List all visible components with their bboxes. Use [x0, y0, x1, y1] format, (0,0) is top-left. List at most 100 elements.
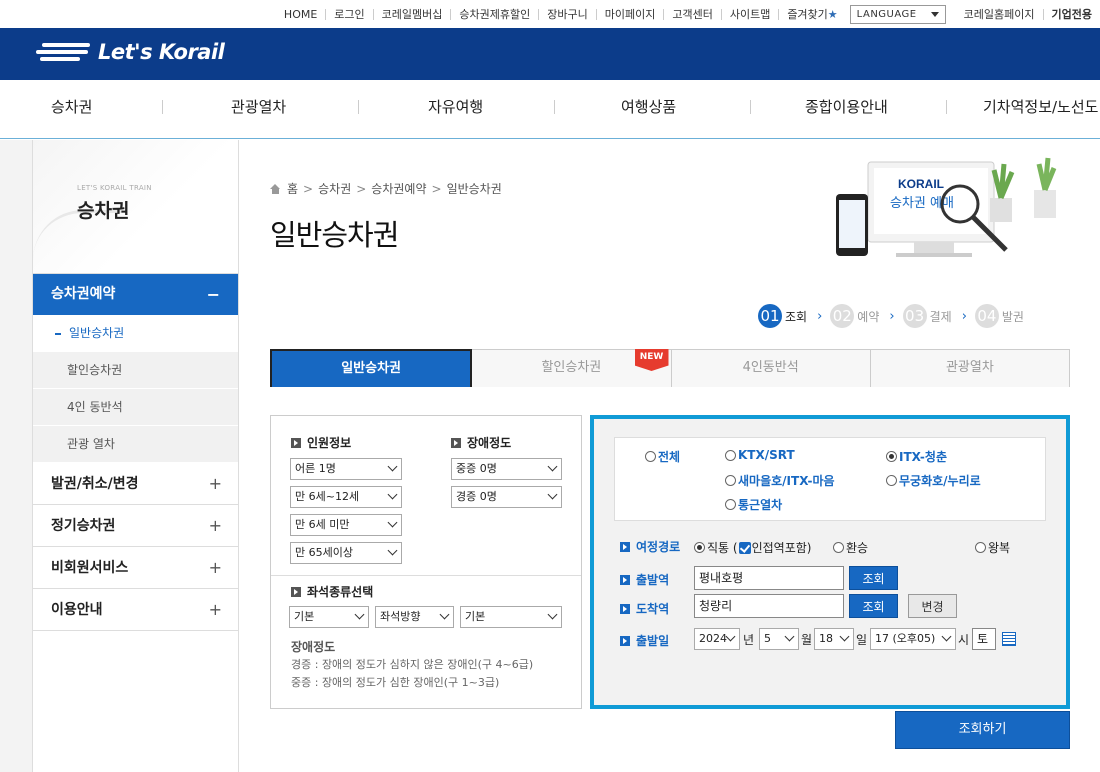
side-nav-tour-train[interactable]: 관광 열차	[33, 426, 238, 463]
seat-direction-select[interactable]: 좌석방향	[375, 606, 454, 628]
calendar-icon[interactable]	[1002, 632, 1016, 646]
utility-links: HOME 로그인 코레일멤버십 승차권제휴할인 장바구니 마이페이지 고객센터 …	[276, 0, 1100, 28]
dropdown-arrow-icon	[930, 11, 939, 17]
new-badge: NEW	[634, 349, 669, 371]
util-membership-link[interactable]: 코레일멤버십	[374, 8, 452, 20]
util-mypage-link[interactable]: 마이페이지	[597, 8, 665, 20]
route-transfer-radio[interactable]: 환승	[833, 539, 868, 556]
brand-bar: Let's Korail	[0, 28, 1100, 80]
route-roundtrip-radio[interactable]: 왕복	[975, 539, 1010, 556]
bullet-icon	[620, 635, 630, 646]
util-sitemap-link[interactable]: 사이트맵	[722, 8, 780, 20]
day-select[interactable]: 18	[814, 628, 854, 650]
gnb-tickets[interactable]: 승차권	[51, 80, 92, 138]
util-favorites-link[interactable]: 즐겨찾기★	[779, 9, 845, 20]
train-all-radio[interactable]: 전체	[645, 448, 680, 465]
bullet-icon	[620, 574, 630, 585]
language-select[interactable]: LANGUAGE	[849, 4, 946, 24]
gnb-usage-guide[interactable]: 종합이용안내	[805, 80, 888, 138]
side-nav-issue-cancel[interactable]: 발권/취소/변경 +	[33, 463, 238, 505]
train-saemaeul-radio[interactable]: 새마을호/ITX-마음	[725, 472, 835, 489]
disability-note-heading: 장애정도	[291, 640, 336, 654]
side-nav-header: LET'S KORAIL TRAIN 승차권	[33, 140, 238, 274]
tab-group-seat[interactable]: 4인동반석	[671, 349, 871, 387]
adult-count-select[interactable]: 어른 1명	[290, 458, 402, 480]
side-nav-ticket-reservation[interactable]: 승차권예약 −	[33, 274, 238, 315]
tab-discount[interactable]: 할인승차권 NEW	[472, 349, 672, 387]
departure-station-input[interactable]: 평내호평	[694, 566, 844, 590]
util-partner-discount-link[interactable]: 승차권제휴할인	[451, 8, 540, 20]
train-mugunghwa-radio[interactable]: 무궁화호/누리로	[886, 472, 981, 489]
util-home-link[interactable]: HOME	[276, 8, 327, 20]
seat-type-select[interactable]: 기본	[289, 606, 369, 628]
passenger-heading: 인원정보	[291, 434, 351, 451]
util-login-link[interactable]: 로그인	[326, 8, 374, 20]
util-business-link[interactable]: 기업전용	[1044, 9, 1100, 20]
side-nav-subtitle: LET'S KORAIL TRAIN	[77, 184, 152, 192]
side-main-label: 정기승차권	[51, 518, 116, 534]
reservation-steps: 01 조회 › 02 예약 › 03 결제 › 04 발권	[758, 304, 1032, 328]
tab-tour-train[interactable]: 관광열차	[870, 349, 1070, 387]
gnb-travel-products[interactable]: 여행상품	[621, 80, 676, 138]
radio-selected-icon	[694, 542, 705, 553]
util-customer-center-link[interactable]: 고객센터	[664, 8, 722, 20]
severe-disability-select[interactable]: 중증 0명	[451, 458, 562, 480]
step-pay: 03 결제 ›	[902, 304, 967, 328]
radio-icon	[725, 499, 736, 510]
infant-count-select[interactable]: 만 6세 미만	[290, 514, 402, 536]
util-cart-link[interactable]: 장바구니	[539, 8, 597, 20]
route-direct-radio[interactable]: 직통 (인접역포함)	[694, 539, 811, 556]
breadcrumb: 홈 > 승차권 > 승차권예약 > 일반승차권	[270, 180, 502, 197]
illus-brand: KORAIL	[898, 177, 944, 191]
arrival-station-input[interactable]: 청량리	[694, 594, 844, 618]
seat-option-select[interactable]: 기본	[460, 606, 562, 628]
train-itx-radio[interactable]: ITX-청춘	[886, 448, 947, 465]
ticket-tabs: 일반승차권 할인승차권 NEW 4인동반석 관광열차	[270, 349, 1070, 387]
train-ktx-radio[interactable]: KTX/SRT	[725, 448, 795, 462]
disability-heading: 장애정도	[451, 434, 511, 451]
radio-icon	[725, 449, 736, 461]
expand-icon: +	[208, 600, 222, 619]
side-nav-guide[interactable]: 이용안내 +	[33, 589, 238, 631]
hour-select[interactable]: 17 (오후05)	[870, 628, 956, 650]
child-count-select[interactable]: 만 6세~12세	[290, 486, 402, 508]
mild-disability-select[interactable]: 경증 0명	[451, 486, 562, 508]
radio-icon	[725, 475, 736, 486]
departure-search-button[interactable]: 조회	[849, 566, 898, 590]
gnb-free-travel[interactable]: 자유여행	[428, 80, 483, 138]
bullet-icon	[291, 586, 301, 597]
side-nav-nonmember[interactable]: 비회원서비스 +	[33, 547, 238, 589]
side-nav-season-ticket[interactable]: 정기승차권 +	[33, 505, 238, 547]
radio-selected-icon	[886, 451, 897, 462]
side-nav-title: 승차권	[77, 200, 130, 222]
expand-icon: +	[208, 516, 222, 535]
arrival-search-button[interactable]: 조회	[849, 594, 898, 618]
breadcrumb-tickets[interactable]: 승차권	[318, 180, 351, 197]
breadcrumb-reservation[interactable]: 승차권예약	[371, 180, 426, 197]
favorites-label: 즐겨찾기	[787, 7, 828, 21]
train-commuter-radio[interactable]: 통근열차	[725, 496, 782, 513]
month-select[interactable]: 5	[759, 628, 799, 650]
side-nav-active-label: 승차권예약	[51, 286, 116, 302]
logo-text: Let's Korail	[98, 40, 225, 64]
arrival-label: 도착역	[620, 600, 669, 617]
swap-stations-button[interactable]: 변경	[908, 594, 957, 618]
tab-general[interactable]: 일반승차권	[270, 349, 473, 387]
util-korail-home-link[interactable]: 코레일홈페이지	[956, 8, 1044, 20]
side-main-label: 발권/취소/변경	[51, 476, 139, 492]
senior-count-select[interactable]: 만 65세이상	[290, 542, 402, 564]
year-select[interactable]: 2024	[694, 628, 740, 650]
search-button[interactable]: 조회하기	[895, 711, 1070, 749]
side-nav-discount-ticket[interactable]: 할인승차권	[33, 352, 238, 389]
adjacent-station-checkbox[interactable]	[738, 541, 751, 554]
side-nav-group-seat[interactable]: 4인 동반석	[33, 389, 238, 426]
radio-icon	[833, 542, 844, 553]
tab-discount-label: 할인승차권	[541, 360, 602, 375]
korail-logo[interactable]: Let's Korail	[34, 40, 225, 64]
step-issue: 04 발권	[974, 304, 1024, 328]
gnb-station-info[interactable]: 기차역정보/노선도	[983, 80, 1098, 138]
month-unit: 월	[801, 633, 813, 647]
side-nav-general-ticket[interactable]: 일반승차권	[33, 315, 238, 352]
breadcrumb-home[interactable]: 홈	[287, 180, 298, 197]
gnb-tour-trains[interactable]: 관광열차	[231, 80, 286, 138]
